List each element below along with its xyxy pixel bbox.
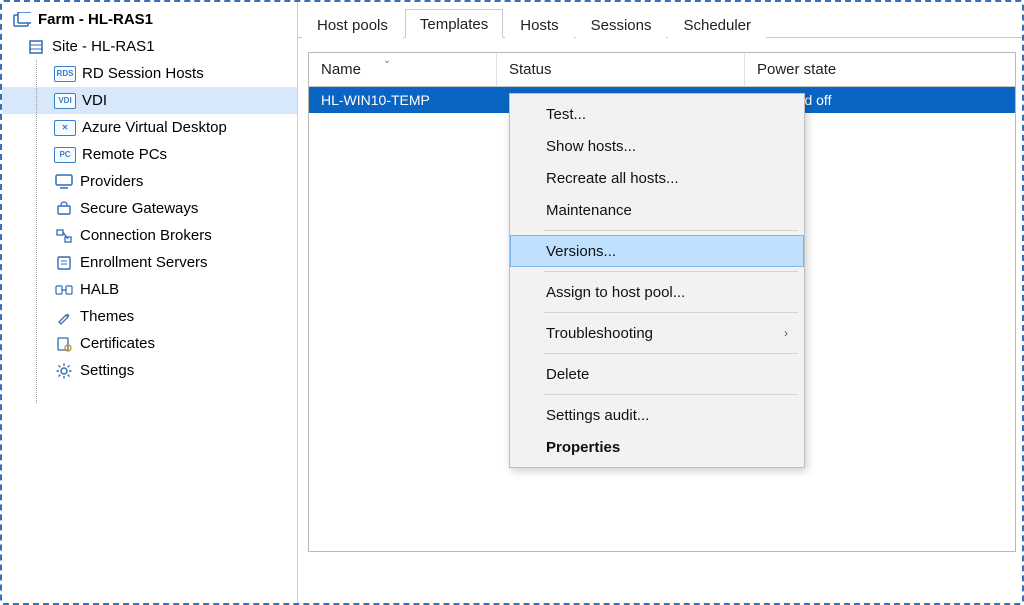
menu-item-maintenance[interactable]: Maintenance — [510, 194, 804, 226]
menu-item-label: Properties — [546, 439, 620, 456]
gear-icon — [54, 362, 74, 380]
tree-node-farm[interactable]: Farm - HL-RAS1 — [2, 6, 297, 33]
tab-host-pools[interactable]: Host pools — [302, 10, 403, 38]
sidebar-item-themes[interactable]: Themes — [2, 303, 297, 330]
menu-separator — [544, 394, 798, 395]
menu-item-settings-audit[interactable]: Settings audit... — [510, 399, 804, 431]
halb-icon — [54, 281, 74, 299]
remote-pc-icon: PC — [54, 147, 76, 163]
sidebar-item-label: HALB — [80, 281, 119, 298]
column-label: Name — [321, 61, 361, 78]
sidebar-item-label: Certificates — [80, 335, 155, 352]
sidebar-item-remote-pcs[interactable]: PC Remote PCs — [2, 141, 297, 168]
sort-indicator-icon: ⌄ — [383, 55, 391, 66]
app-window: Farm - HL-RAS1 Site - HL-RAS1 RDS RD Ses… — [0, 0, 1024, 605]
templates-grid: ⌄ Name Status Power state HL-WIN10-TEMP … — [308, 52, 1016, 552]
tree-node-label: Farm - HL-RAS1 — [38, 11, 153, 28]
sidebar-item-certificates[interactable]: Certificates — [2, 330, 297, 357]
sidebar-item-label: Providers — [80, 173, 143, 190]
farm-icon — [12, 11, 32, 29]
rds-icon: RDS — [54, 66, 76, 82]
menu-item-troubleshooting[interactable]: Troubleshooting › — [510, 317, 804, 349]
menu-separator — [544, 312, 798, 313]
menu-item-label: Maintenance — [546, 202, 632, 219]
sidebar-tree: Farm - HL-RAS1 Site - HL-RAS1 RDS RD Ses… — [2, 2, 298, 603]
sidebar-item-label: Connection Brokers — [80, 227, 212, 244]
menu-item-delete[interactable]: Delete — [510, 358, 804, 390]
tree-node-label: Site - HL-RAS1 — [52, 38, 155, 55]
providers-icon — [54, 173, 74, 191]
sidebar-item-label: Enrollment Servers — [80, 254, 208, 271]
sidebar-item-azure-virtual-desktop[interactable]: ✕ Azure Virtual Desktop — [2, 114, 297, 141]
menu-item-assign-to-host-pool[interactable]: Assign to host pool... — [510, 276, 804, 308]
column-label: Status — [509, 61, 552, 78]
sidebar-item-label: RD Session Hosts — [82, 65, 204, 82]
menu-item-label: Versions... — [546, 243, 616, 260]
menu-separator — [544, 271, 798, 272]
site-icon — [26, 38, 46, 56]
sidebar-item-settings[interactable]: Settings — [2, 357, 297, 384]
sidebar-item-label: Azure Virtual Desktop — [82, 119, 227, 136]
avd-icon: ✕ — [54, 120, 76, 136]
broker-icon — [54, 227, 74, 245]
sidebar-item-label: VDI — [82, 92, 107, 109]
tab-hosts[interactable]: Hosts — [505, 10, 573, 38]
main-area: Host pools Templates Hosts Sessions Sche… — [298, 2, 1022, 603]
sidebar-item-label: Secure Gateways — [80, 200, 198, 217]
menu-item-label: Show hosts... — [546, 138, 636, 155]
tab-sessions[interactable]: Sessions — [576, 10, 667, 38]
menu-item-label: Recreate all hosts... — [546, 170, 679, 187]
menu-item-label: Test... — [546, 106, 586, 123]
menu-item-label: Delete — [546, 366, 589, 383]
menu-separator — [544, 353, 798, 354]
tree-guide-line — [36, 60, 37, 403]
sidebar-item-connection-brokers[interactable]: Connection Brokers — [2, 222, 297, 249]
menu-item-versions[interactable]: Versions... — [510, 235, 804, 267]
enrollment-icon — [54, 254, 74, 272]
gateway-icon — [54, 200, 74, 218]
menu-item-test[interactable]: Test... — [510, 98, 804, 130]
column-label: Power state — [757, 61, 836, 78]
sidebar-item-label: Remote PCs — [82, 146, 167, 163]
column-header-power-state[interactable]: Power state — [745, 53, 1015, 86]
tab-templates[interactable]: Templates — [405, 9, 503, 38]
column-header-status[interactable]: Status — [497, 53, 745, 86]
sidebar-item-vdi[interactable]: VDI VDI — [2, 87, 297, 114]
vdi-icon: VDI — [54, 93, 76, 109]
tab-scheduler[interactable]: Scheduler — [668, 10, 766, 38]
menu-item-properties[interactable]: Properties — [510, 431, 804, 463]
menu-item-recreate-all-hosts[interactable]: Recreate all hosts... — [510, 162, 804, 194]
sidebar-item-providers[interactable]: Providers — [2, 168, 297, 195]
themes-icon — [54, 308, 74, 326]
tab-bar: Host pools Templates Hosts Sessions Sche… — [298, 2, 1022, 38]
cell-text: HL-WIN10-TEMP — [321, 92, 430, 108]
certificates-icon — [54, 335, 74, 353]
menu-item-label: Assign to host pool... — [546, 284, 685, 301]
menu-separator — [544, 230, 798, 231]
sidebar-item-enrollment-servers[interactable]: Enrollment Servers — [2, 249, 297, 276]
sidebar-item-secure-gateways[interactable]: Secure Gateways — [2, 195, 297, 222]
menu-item-label: Troubleshooting — [546, 325, 653, 342]
sidebar-item-label: Themes — [80, 308, 134, 325]
column-header-name[interactable]: ⌄ Name — [309, 53, 497, 86]
grid-header: ⌄ Name Status Power state — [309, 53, 1015, 87]
cell-name: HL-WIN10-TEMP — [309, 92, 497, 108]
context-menu: Test... Show hosts... Recreate all hosts… — [509, 93, 805, 468]
sidebar-item-rd-session-hosts[interactable]: RDS RD Session Hosts — [2, 60, 297, 87]
menu-item-show-hosts[interactable]: Show hosts... — [510, 130, 804, 162]
sidebar-item-label: Settings — [80, 362, 134, 379]
tree-node-site[interactable]: Site - HL-RAS1 — [2, 33, 297, 60]
sidebar-item-halb[interactable]: HALB — [2, 276, 297, 303]
tab-content: ⌄ Name Status Power state HL-WIN10-TEMP … — [298, 38, 1022, 603]
chevron-right-icon: › — [784, 326, 788, 340]
menu-item-label: Settings audit... — [546, 407, 649, 424]
